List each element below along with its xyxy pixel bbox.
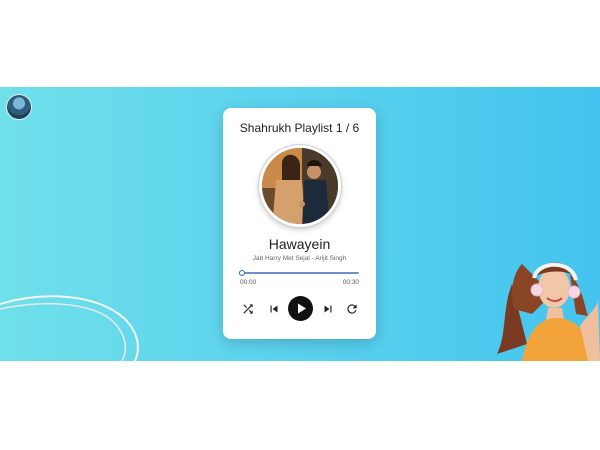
current-time: 00:00 [240,279,257,286]
skip-previous-icon [270,305,278,313]
play-button[interactable] [288,296,313,321]
music-player-card: Shahrukh Playlist 1 / 6 Hawayein Jab Har… [223,108,376,339]
next-button[interactable] [321,302,335,316]
previous-button[interactable] [267,302,281,316]
shuffle-icon [243,304,253,314]
song-title: Hawayein [268,236,331,252]
playlist-title: Shahrukh Playlist 1 / 6 [239,121,360,135]
headphone-cord-decoration [0,295,139,361]
woman-with-headphones-image [492,254,600,361]
shuffle-button[interactable] [241,302,255,316]
song-artist: Jab Harry Met Sejal - Arijit Singh [252,255,347,262]
skip-next-icon [324,305,332,313]
total-time: 00:30 [342,279,359,286]
progress-handle[interactable] [239,270,245,276]
repeat-icon [347,304,357,314]
album-cover-image [259,145,341,227]
avatar[interactable] [6,94,32,120]
page-footer-area [0,361,600,450]
play-icon [298,303,306,314]
playback-controls [223,296,376,322]
repeat-button[interactable] [345,302,359,316]
progress-bar[interactable] [239,270,359,276]
